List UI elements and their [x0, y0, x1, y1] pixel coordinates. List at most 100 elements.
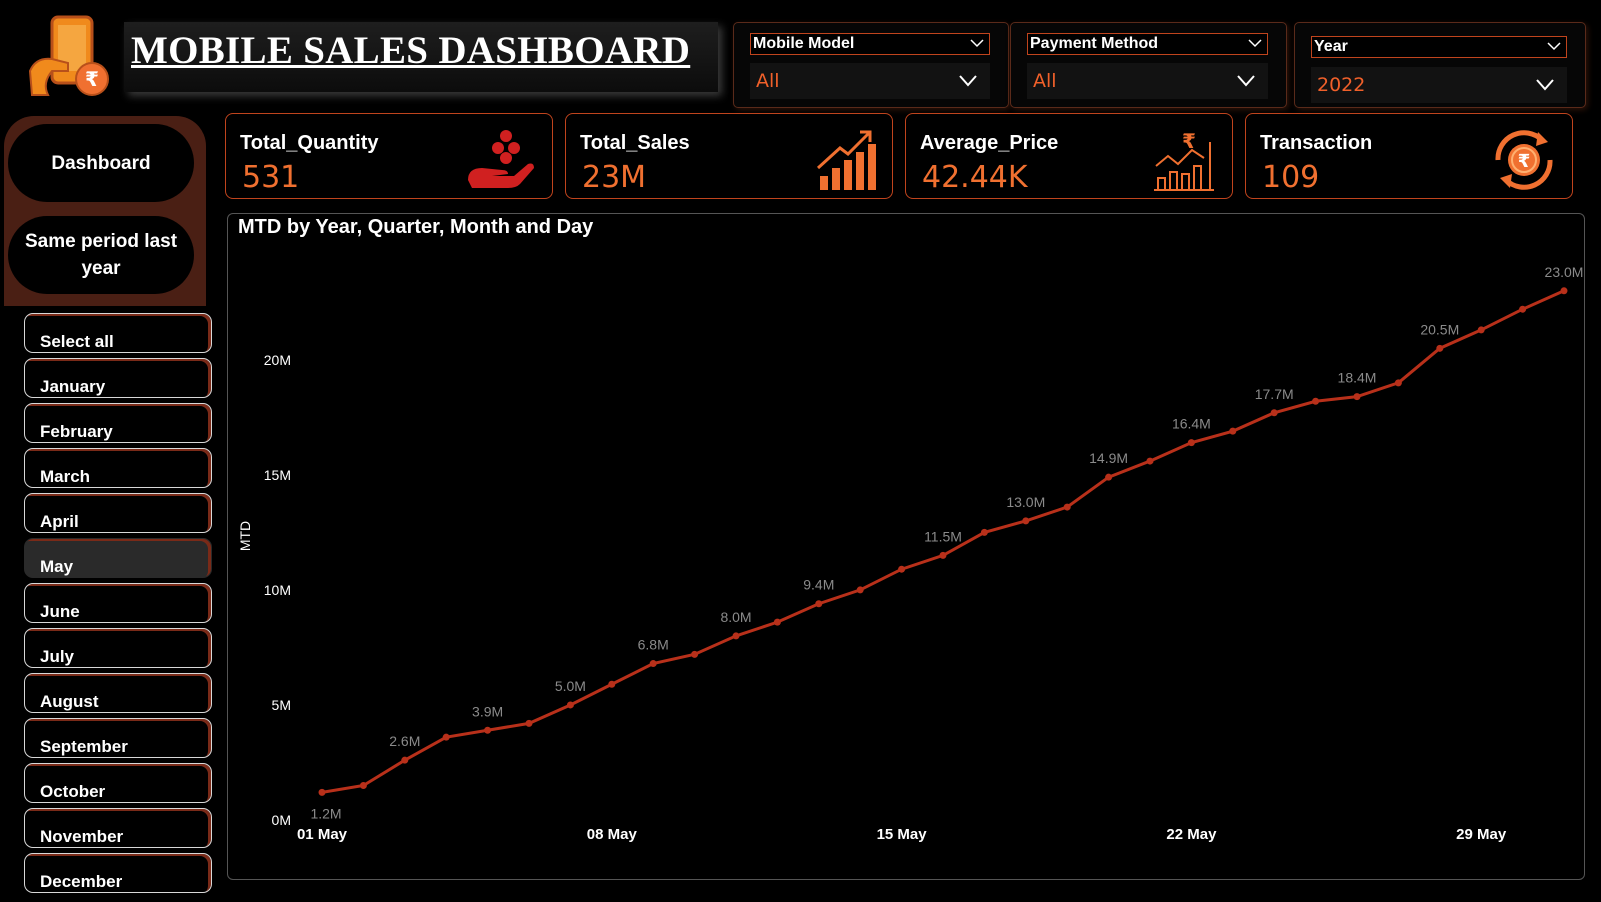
chevron-down-icon[interactable]: [1535, 77, 1555, 93]
data-point: [856, 586, 864, 594]
year-dropdown[interactable]: 2022: [1311, 67, 1567, 103]
rupee-cycle-icon: ₹: [1495, 130, 1553, 190]
data-point: [1270, 409, 1278, 417]
month-label: Select all: [40, 332, 114, 351]
kpi-label: Average_Price: [920, 132, 1059, 154]
data-point: [401, 756, 409, 764]
navigation-panel: Dashboard Same period last year: [4, 116, 206, 306]
data-point: [1436, 344, 1444, 352]
data-label: 5.0M: [555, 678, 586, 694]
svg-text:₹: ₹: [1182, 129, 1196, 153]
data-point: [691, 650, 699, 658]
y-tick-label: 20M: [264, 352, 291, 368]
data-point: [980, 528, 988, 536]
kpi-total-quantity: Total_Quantity 531: [225, 113, 553, 199]
data-point: [608, 680, 616, 688]
chart-canvas: 0M 5M 10M 15M 20M MTD 01 May 08 May 15 May 22 May…: [237, 264, 1584, 843]
kpi-label: Total_Quantity: [240, 132, 379, 154]
data-label: 23.0M: [1545, 264, 1584, 280]
month-item-may[interactable]: May: [24, 538, 212, 578]
y-tick-label: 0M: [272, 812, 291, 828]
data-label: 16.4M: [1172, 416, 1211, 432]
year-slicer[interactable]: Year 2022: [1294, 22, 1586, 108]
month-item-march[interactable]: March: [24, 448, 212, 488]
data-point: [484, 726, 492, 734]
data-label: 2.6M: [389, 733, 420, 749]
kpi-value: 23M: [582, 160, 647, 195]
payment-method-label: Payment Method: [1030, 35, 1159, 52]
data-label: 6.8M: [638, 637, 669, 653]
data-point: [525, 719, 533, 727]
month-label: April: [40, 512, 79, 531]
chevron-down-icon[interactable]: [958, 73, 978, 89]
data-label: 11.5M: [924, 528, 962, 544]
month-label: July: [40, 647, 75, 666]
data-point: [359, 781, 367, 789]
dashboard-nav-button[interactable]: Dashboard: [8, 124, 194, 202]
same-period-last-year-button[interactable]: Same period last year: [8, 216, 194, 294]
month-item-february[interactable]: February: [24, 403, 212, 443]
month-item-november[interactable]: November: [24, 808, 212, 848]
month-item-june[interactable]: June: [24, 583, 212, 623]
data-label: 8.0M: [720, 609, 751, 625]
month-item-october[interactable]: October: [24, 763, 212, 803]
month-item-july[interactable]: July: [24, 628, 212, 668]
svg-text:₹: ₹: [1518, 151, 1531, 172]
chevron-down-icon[interactable]: [1546, 39, 1562, 53]
data-point: [1146, 457, 1154, 465]
data-point: [1229, 427, 1237, 435]
year-label: Year: [1314, 38, 1348, 55]
month-item-april[interactable]: April: [24, 493, 212, 533]
year-value: 2022: [1317, 74, 1366, 96]
kpi-average-price: Average_Price 42.44K ₹: [905, 113, 1233, 199]
x-tick-label: 15 May: [877, 826, 928, 843]
month-label: November: [40, 827, 124, 846]
mtd-line-chart: MTD by Year, Quarter, Month and Day 0M 5M…: [227, 213, 1585, 880]
month-label: August: [40, 692, 99, 711]
month-item-january[interactable]: January: [24, 358, 212, 398]
data-point: [1519, 305, 1527, 313]
data-point: [1477, 326, 1485, 334]
y-tick-label: 10M: [264, 582, 291, 598]
month-label: March: [40, 467, 91, 486]
y-tick-label: 15M: [264, 467, 291, 483]
data-label: 18.4M: [1338, 370, 1377, 386]
month-item-select-all[interactable]: Select all: [24, 313, 212, 353]
kpi-total-sales: Total_Sales 23M: [565, 113, 893, 199]
data-point: [442, 733, 450, 741]
data-point: [1105, 473, 1113, 481]
month-label: February: [40, 422, 113, 441]
payment-method-dropdown[interactable]: All: [1027, 63, 1268, 99]
x-tick-label: 22 May: [1166, 826, 1217, 843]
chevron-down-icon[interactable]: [969, 36, 985, 50]
x-tick-label: 01 May: [297, 826, 348, 843]
chevron-down-icon[interactable]: [1236, 73, 1256, 89]
data-point: [566, 701, 574, 709]
data-point: [1312, 397, 1320, 405]
dashboard-nav-label: Dashboard: [51, 152, 151, 174]
data-point: [318, 788, 326, 796]
month-item-december[interactable]: December: [24, 853, 212, 893]
month-label: June: [40, 602, 80, 621]
data-label: 20.5M: [1420, 321, 1459, 337]
data-point: [1022, 517, 1030, 525]
month-label: May: [40, 557, 74, 576]
kpi-value: 42.44K: [922, 160, 1028, 195]
data-point: [732, 632, 740, 640]
month-item-august[interactable]: August: [24, 673, 212, 713]
data-point: [939, 551, 947, 559]
data-point: [649, 660, 657, 668]
mobile-model-dropdown[interactable]: All: [750, 63, 990, 99]
y-axis-label: MTD: [237, 521, 253, 551]
payment-method-slicer[interactable]: Payment Method All: [1010, 22, 1287, 108]
kpi-value: 109: [1262, 160, 1320, 195]
mobile-rupee-logo-icon: ₹: [28, 15, 109, 96]
data-label: 14.9M: [1089, 450, 1128, 466]
data-label: 1.2M: [310, 805, 341, 821]
chevron-down-icon[interactable]: [1247, 36, 1263, 50]
mobile-model-slicer[interactable]: Mobile Model All: [733, 22, 1009, 108]
bar-growth-icon: [816, 130, 876, 190]
data-point: [1063, 503, 1071, 511]
data-point: [1353, 393, 1361, 401]
month-item-september[interactable]: September: [24, 718, 212, 758]
